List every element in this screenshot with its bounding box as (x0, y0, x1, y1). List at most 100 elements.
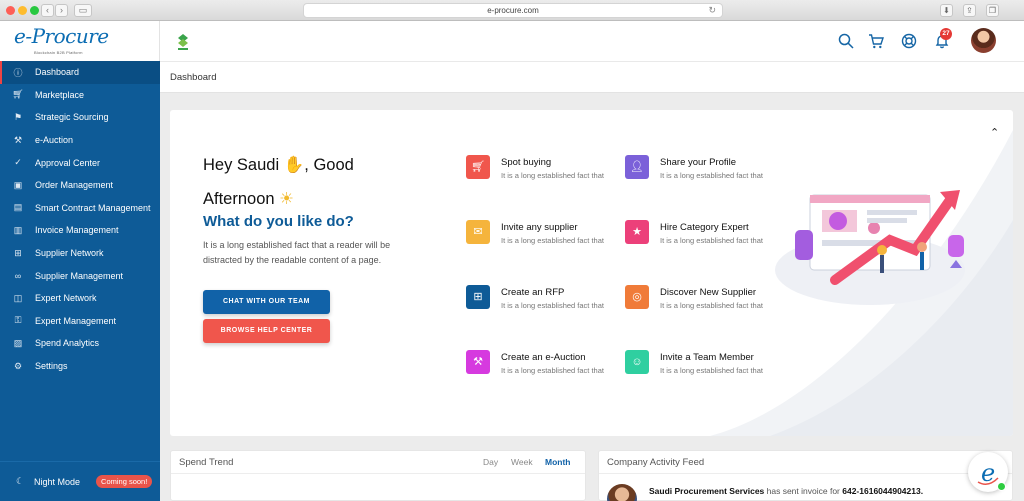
cart-icon[interactable] (868, 33, 884, 49)
action-invite-supplier[interactable]: ✉ Invite any supplier It is a long estab… (466, 220, 616, 260)
action-title: Invite any supplier (501, 222, 578, 233)
chart-icon: ▨ (13, 337, 23, 348)
invoice-icon: ▥ (13, 224, 23, 235)
spend-trend-title: Spend Trend (179, 457, 234, 468)
period-day-tab[interactable]: Day (483, 457, 498, 467)
document-icon: ▤ (13, 202, 23, 213)
action-title: Discover New Supplier (660, 287, 757, 298)
feed-user-avatar (607, 484, 637, 501)
greeting-heading: Hey Saudi ✋, Good Afternoon ☀ (203, 148, 413, 216)
gavel-icon: ⚒ (466, 350, 490, 374)
breadcrumb: Dashboard (160, 61, 1024, 93)
cart-icon: 🛒︎ (12, 89, 24, 100)
forward-button[interactable]: › (55, 4, 68, 17)
info-icon: ⓘ (13, 67, 23, 78)
feed-actor: Saudi Procurement Services (649, 486, 765, 496)
team-icon: ☺ (625, 350, 649, 374)
action-description: It is a long established fact that (660, 301, 763, 310)
card-divider (171, 473, 585, 474)
company-logo-icon (178, 34, 188, 50)
invite-icon: ✉ (466, 220, 490, 244)
user-avatar[interactable] (971, 28, 996, 53)
sidebar-item-smart-contract[interactable]: ▤ Smart Contract Management (0, 197, 160, 220)
handshake-icon: ∞ (14, 270, 22, 281)
gavel-icon: ⚒ (13, 134, 23, 145)
back-button[interactable]: ‹ (41, 4, 54, 17)
sun-icon: ☀ (279, 190, 294, 208)
sidebar-item-label: Supplier Management (35, 270, 124, 281)
collapse-chevron-icon[interactable]: ⌃ (990, 126, 999, 139)
network-icon: ⊞ (14, 247, 22, 258)
sidebar-item-dashboard[interactable]: ⓘ Dashboard (0, 61, 160, 84)
sidebar-item-marketplace[interactable]: 🛒︎ Marketplace (0, 84, 160, 107)
user-lock-icon: ⚿ (14, 315, 22, 326)
coming-soon-badge: Coming soon! (96, 475, 153, 488)
sidebar-item-supplier-management[interactable]: ∞ Supplier Management (0, 264, 160, 287)
breadcrumb-current: Dashboard (170, 72, 217, 83)
sidebar-item-label: Invoice Management (35, 225, 119, 236)
period-week-tab[interactable]: Week (511, 457, 533, 467)
address-bar[interactable]: e-procure.com ↻ (303, 3, 723, 18)
minimize-window-button[interactable] (18, 6, 27, 15)
sidebar-item-label: Strategic Sourcing (35, 112, 109, 123)
expert-icon: ★ (625, 220, 649, 244)
box-icon: ▣ (13, 179, 23, 190)
close-window-button[interactable] (6, 6, 15, 15)
discover-icon: ◎ (625, 285, 649, 309)
sidebar-toggle-icon[interactable]: ▭ (74, 4, 92, 17)
greeting-time-prefix: , Good (304, 156, 354, 174)
sidebar-item-label: Order Management (35, 180, 114, 191)
sidebar-item-strategic-sourcing[interactable]: ⚑ Strategic Sourcing (0, 106, 160, 129)
tabs-icon[interactable]: ❐ (986, 4, 999, 17)
action-create-rfp[interactable]: ⊞ Create an RFP It is a long established… (466, 285, 616, 325)
support-lifebuoy-icon[interactable] (901, 33, 917, 49)
action-title: Hire Category Expert (660, 222, 749, 233)
plus-square-icon: ⊞ (466, 285, 490, 309)
action-invite-team-member[interactable]: ☺ Invite a Team Member It is a long esta… (625, 350, 775, 390)
maximize-window-button[interactable] (30, 6, 39, 15)
cart-icon: 🛒︎ (466, 155, 490, 179)
sidebar-item-label: Smart Contract Management (35, 202, 151, 213)
share-icon[interactable]: ⇪ (963, 4, 976, 17)
sidebar-item-order-management[interactable]: ▣ Order Management (0, 174, 160, 197)
online-status-indicator (997, 482, 1006, 491)
action-description: It is a long established fact that (501, 301, 604, 310)
action-description: It is a long established fact that (501, 236, 604, 245)
presentation-icon: ◫ (13, 292, 23, 303)
action-create-e-auction[interactable]: ⚒ Create an e-Auction It is a long estab… (466, 350, 616, 390)
flag-icon: ⚑ (13, 111, 23, 122)
activity-feed-title: Company Activity Feed (607, 457, 705, 468)
sidebar-item-invoice-management[interactable]: ▥ Invoice Management (0, 219, 160, 242)
action-hire-expert[interactable]: ★ Hire Category Expert It is a long esta… (625, 220, 775, 260)
sidebar-item-settings[interactable]: ⚙ Settings (0, 355, 160, 378)
feed-action: has sent invoice for (764, 486, 843, 496)
download-icon[interactable]: ⬇ (940, 4, 953, 17)
reload-icon[interactable]: ↻ (708, 4, 716, 17)
sidebar-item-spend-analytics[interactable]: ▨ Spend Analytics (0, 332, 160, 355)
sidebar-item-expert-management[interactable]: ⚿ Expert Management (0, 310, 160, 333)
action-discover-supplier[interactable]: ◎ Discover New Supplier It is a long est… (625, 285, 775, 325)
chat-with-team-button[interactable]: CHAT WITH OUR TEAM (203, 290, 330, 314)
action-share-profile[interactable]: 👤︎ Share your Profile It is a long estab… (625, 155, 775, 195)
period-month-tab[interactable]: Month (545, 457, 571, 467)
url-text: e-procure.com (487, 6, 539, 15)
spend-trend-card: Spend Trend Day Week Month (170, 450, 586, 501)
action-description: It is a long established fact that (660, 236, 763, 245)
browse-help-center-button[interactable]: BROWSE HELP CENTER (203, 319, 330, 343)
check-circle-icon: ✓ (14, 157, 22, 168)
card-divider (599, 473, 1012, 474)
sidebar-item-approval-center[interactable]: ✓ Approval Center (0, 151, 160, 174)
gear-icon: ⚙ (13, 360, 23, 371)
sidebar-item-e-auction[interactable]: ⚒ e-Auction (0, 129, 160, 152)
moon-icon: ☾ (15, 476, 25, 486)
feed-entry[interactable]: Saudi Procurement Services has sent invo… (649, 486, 923, 496)
activity-feed-card: Company Activity Feed Saudi Procurement … (598, 450, 1013, 501)
logo[interactable]: e-Procure Blockchain B2B Platform (0, 21, 160, 61)
notification-badge: 27 (940, 28, 952, 40)
sidebar-item-expert-network[interactable]: ◫ Expert Network (0, 287, 160, 310)
sidebar: e-Procure Blockchain B2B Platform ⓘ Dashb… (0, 21, 160, 501)
sidebar-item-supplier-network[interactable]: ⊞ Supplier Network (0, 242, 160, 265)
search-icon[interactable] (838, 33, 854, 49)
action-spot-buying[interactable]: 🛒︎ Spot buying It is a long established … (466, 155, 616, 195)
night-mode-toggle[interactable]: ☾ Night Mode Coming soon! (0, 461, 160, 501)
